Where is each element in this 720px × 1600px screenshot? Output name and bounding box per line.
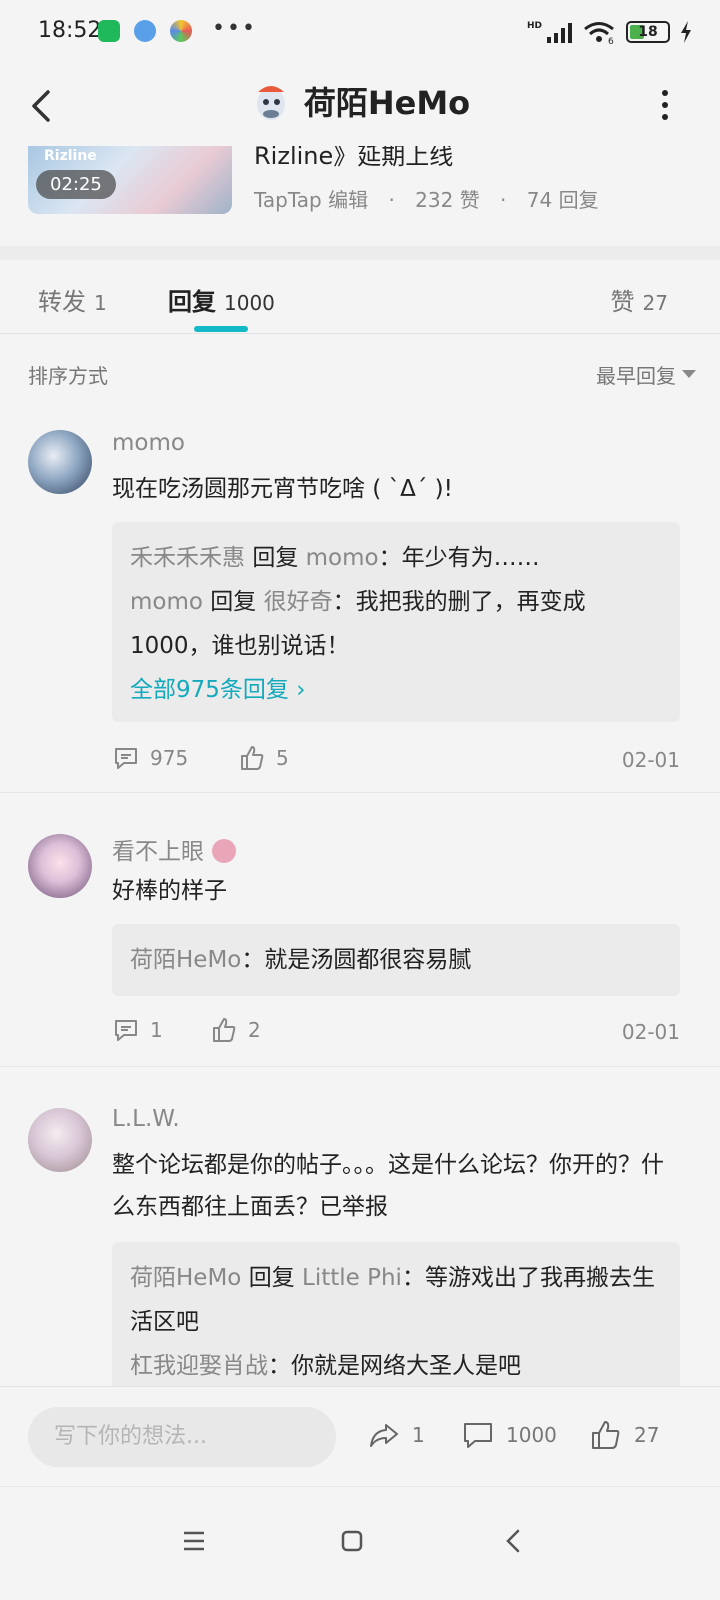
tab-bar: 转发 1 回复 1000 赞 27	[0, 260, 720, 334]
comment-text: 整个论坛都是你的帖子。。。这是什么论坛？你开的？什么东西都往上面丢？已举报	[112, 1152, 664, 1220]
comment-text: 好棒的样子	[112, 878, 227, 904]
more-options-icon[interactable]	[662, 90, 668, 120]
comment-divider	[0, 792, 720, 793]
comment-count-button[interactable]: 1000	[462, 1419, 557, 1451]
thumbs-up-icon	[241, 746, 264, 770]
comment-date: 02-01	[621, 748, 680, 772]
photos-app-icon	[170, 20, 192, 42]
charging-icon	[681, 21, 691, 43]
comment-username[interactable]: 看不上眼	[112, 832, 236, 866]
more-notifications-icon: •••	[212, 15, 257, 41]
comment-icon	[464, 1423, 492, 1448]
sort-label: 排序方式	[28, 364, 108, 388]
status-time: 18:52	[38, 18, 102, 43]
video-duration: 02:25	[36, 170, 116, 199]
tab-forward[interactable]: 转发 1	[38, 282, 107, 317]
comment-divider	[0, 1066, 720, 1067]
reply-box[interactable]: 荷陌HeMo：就是汤圆都很容易腻	[112, 924, 680, 996]
header-title-group: 荷陌HeMo	[0, 78, 720, 124]
avatar[interactable]	[28, 430, 92, 494]
shield-app-icon	[98, 20, 120, 42]
comment-icon	[115, 1020, 137, 1041]
svg-text:6: 6	[608, 37, 614, 44]
user-badge-icon	[212, 838, 236, 863]
reply-box[interactable]: 荷陌HeMo 回复 Little Phi：等游戏出了我再搬去生活区吧 杠我迎娶肖…	[112, 1242, 680, 1386]
reply-line: momo 回复 很好奇：我把我的删了，再变成1000，谁也别说话！	[130, 589, 586, 659]
comment-date: 02-01	[621, 1020, 680, 1044]
tab-likes[interactable]: 赞 27	[611, 282, 668, 317]
avatar[interactable]	[28, 1108, 92, 1172]
article-replies: 74 回复	[526, 188, 599, 212]
author-avatar[interactable]	[250, 78, 292, 124]
compose-bar: 写下你的想法... 1 1000 27	[0, 1386, 720, 1486]
all-replies-link[interactable]: 全部975条回复 ›	[130, 668, 662, 712]
comment-actions: 1 2 02-01	[112, 1016, 680, 1050]
signal-icon: HD	[527, 21, 572, 43]
article-title: Rizline》延期上线	[254, 146, 454, 170]
reply-line: 荷陌HeMo：就是汤圆都很容易腻	[130, 947, 472, 973]
thumbs-up-icon	[592, 1421, 620, 1449]
article-source: TapTap 编辑	[254, 188, 369, 212]
sort-bar: 排序方式 最早回复	[0, 334, 720, 410]
back-nav-icon[interactable]	[496, 1523, 532, 1559]
thumbnail-logo: Rizline	[44, 148, 97, 164]
tab-replies[interactable]: 回复 1000	[168, 282, 275, 317]
status-indicators: HD 6 18	[527, 20, 692, 44]
top-bar: 荷陌HeMo	[0, 66, 720, 146]
article-preview[interactable]: Rizline 02:25 Rizline》延期上线 TapTap 编辑 · 2…	[0, 146, 720, 246]
comment-item: 看不上眼 好棒的样子 荷陌HeMo：就是汤圆都很容易腻 1 2 02-01	[0, 800, 720, 1066]
comment-username[interactable]: L.L.W.	[112, 1106, 180, 1132]
comment-username[interactable]: momo	[112, 430, 185, 456]
comment-item: momo 现在吃汤圆那元宵节吃啥 ( `Δ´ )! 禾禾禾禾惠 回复 momo：…	[0, 410, 720, 792]
reply-count-button[interactable]: 1	[112, 1016, 163, 1044]
sort-dropdown[interactable]: 最早回复	[596, 360, 676, 389]
home-icon[interactable]	[334, 1523, 370, 1559]
comment-text: 现在吃汤圆那元宵节吃啥 ( `Δ´ )!	[112, 476, 453, 502]
comment-item: L.L.W. 整个论坛都是你的帖子。。。这是什么论坛？你开的？什么东西都往上面丢…	[0, 1074, 720, 1386]
like-post-button[interactable]: 27	[590, 1419, 659, 1451]
reply-count-button[interactable]: 975	[112, 744, 188, 772]
active-tab-indicator	[194, 326, 248, 332]
thumbs-up-icon	[213, 1018, 236, 1042]
article-meta: TapTap 编辑 · 232 赞 · 74 回复	[254, 188, 599, 212]
comment-icon	[115, 748, 137, 769]
comment-input[interactable]: 写下你的想法...	[28, 1407, 336, 1467]
like-button[interactable]: 2	[210, 1016, 261, 1044]
share-icon	[370, 1424, 398, 1447]
article-likes: 232 赞	[415, 188, 480, 212]
like-button[interactable]: 5	[238, 744, 289, 772]
menu-icon[interactable]	[176, 1523, 212, 1559]
comment-actions: 975 5 02-01	[112, 744, 680, 778]
section-divider	[0, 246, 720, 260]
page-title: 荷陌HeMo	[303, 84, 471, 122]
dropdown-caret-icon[interactable]	[682, 370, 696, 378]
reply-line: 禾禾禾禾惠 回复 momo：年少有为……	[130, 545, 540, 571]
wifi-icon: 6	[584, 22, 614, 44]
game-app-icon	[134, 20, 156, 42]
video-thumbnail[interactable]: Rizline 02:25	[28, 146, 232, 214]
battery-icon: 18	[626, 21, 670, 43]
reply-line: 荷陌HeMo 回复 Little Phi：等游戏出了我再搬去生活区吧	[130, 1265, 655, 1335]
reply-box[interactable]: 禾禾禾禾惠 回复 momo：年少有为…… momo 回复 很好奇：我把我的删了，…	[112, 522, 680, 722]
status-app-icons: •••	[98, 16, 257, 42]
status-bar: 18:52 ••• HD 6 18	[0, 0, 720, 66]
share-button[interactable]: 1	[368, 1419, 425, 1451]
system-nav-bar	[0, 1486, 720, 1600]
avatar[interactable]	[28, 834, 92, 898]
reply-line: 杠我迎娶肖战：你就是网络大圣人是吧	[130, 1353, 521, 1379]
